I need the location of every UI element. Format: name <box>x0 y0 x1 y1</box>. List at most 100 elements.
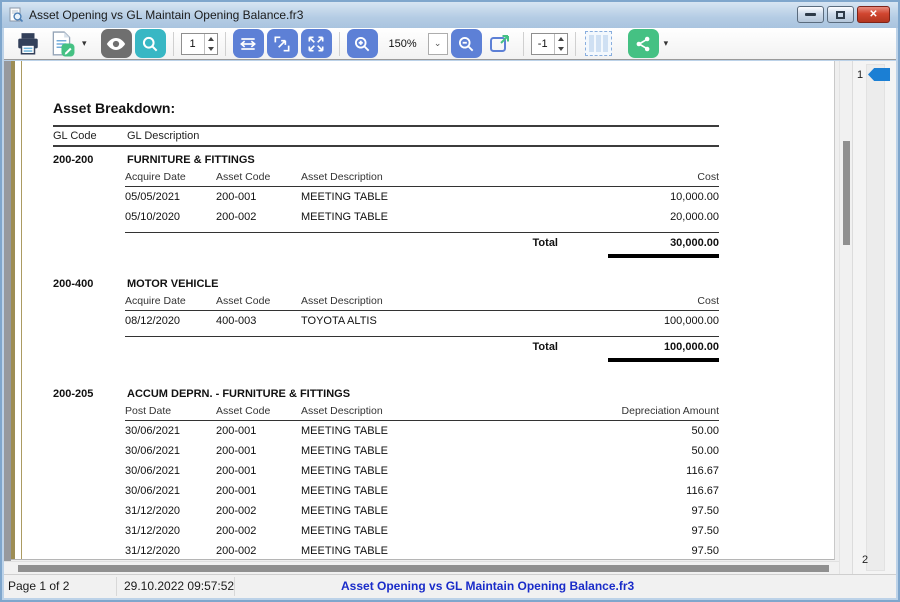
zoom-in-button[interactable] <box>347 29 378 58</box>
page-margin-line <box>21 61 22 559</box>
share-dropdown-caret[interactable]: ▾ <box>664 38 669 49</box>
fit-width-icon <box>238 34 258 54</box>
column-header: GL Code <box>53 130 127 142</box>
preview-app-icon <box>8 7 24 23</box>
spin-down-icon[interactable] <box>205 44 217 54</box>
table-cell: 30/06/2021 <box>125 441 216 461</box>
table-row: 31/12/2020 200-002 MEETING TABLE 97.50 <box>125 521 719 541</box>
column-header: Asset Code <box>216 294 301 310</box>
page-number-spinner[interactable]: 1 <box>181 33 218 55</box>
column-header: Asset Code <box>216 170 301 186</box>
table-cell: 30/06/2021 <box>125 421 216 441</box>
horizontal-scrollbar-thumb[interactable] <box>18 565 829 572</box>
fit-width-button[interactable] <box>233 29 264 58</box>
preview-eye-button[interactable] <box>101 29 132 58</box>
shift-spin-buttons[interactable] <box>554 34 567 54</box>
gl-description: ACCUM DEPRN. - FURNITURE & FITTINGS <box>127 384 719 404</box>
total-value: 30,000.00 <box>608 233 719 253</box>
table-row: 31/12/2020 200-002 MEETING TABLE 97.50 <box>125 501 719 521</box>
table-row: 31/12/2020 200-002 MEETING TABLE 97.50 <box>125 541 719 560</box>
table-row: 30/06/2021 200-001 MEETING TABLE 50.00 <box>125 441 719 461</box>
zoom-level-value: 150% <box>381 38 425 50</box>
spin-up-icon[interactable] <box>555 34 567 44</box>
zoom-in-icon <box>352 34 372 54</box>
eye-icon <box>105 33 127 55</box>
table-cell: 400-003 <box>216 311 301 331</box>
gl-code: 200-200 <box>53 150 127 170</box>
status-page-info: Page 1 of 2 <box>8 575 69 598</box>
print-button[interactable] <box>12 29 43 58</box>
column-header: Asset Code <box>216 404 301 420</box>
table-cell: 200-002 <box>216 521 301 541</box>
resize-page-button[interactable] <box>485 29 516 58</box>
status-timestamp: 29.10.2022 09:57:52 <box>124 575 234 598</box>
gl-description: MOTOR VEHICLE <box>127 274 719 294</box>
viewer-left-margin <box>4 61 11 574</box>
shift-spinner[interactable]: -1 <box>531 33 568 55</box>
titlebar[interactable]: Asset Opening vs GL Maintain Opening Bal… <box>2 2 898 28</box>
table-row: 30/06/2021 200-001 MEETING TABLE 116.67 <box>125 481 719 501</box>
zoom-out-icon <box>456 34 476 54</box>
total-value: 100,000.00 <box>608 337 719 357</box>
report-preview-window: Asset Opening vs GL Maintain Opening Bal… <box>0 0 900 602</box>
total-row: Total 100,000.00 <box>125 337 719 357</box>
find-button[interactable] <box>135 29 166 58</box>
shift-value: -1 <box>532 38 554 50</box>
page-label-1: 1 <box>857 69 863 81</box>
table-cell: 97.50 <box>589 541 719 560</box>
column-header: GL Description <box>127 130 719 142</box>
gl-section: 200-205 ACCUM DEPRN. - FURNITURE & FITTI… <box>53 384 719 560</box>
minimize-button[interactable] <box>797 6 824 23</box>
table-cell: MEETING TABLE <box>301 461 589 481</box>
total-double-underline <box>608 254 719 258</box>
table-cell: 50.00 <box>589 441 719 461</box>
page-label-2: 2 <box>862 554 868 566</box>
printer-icon <box>15 31 41 57</box>
toolbar: ▾ 1 <box>4 28 896 60</box>
spin-up-icon[interactable] <box>205 34 217 44</box>
table-cell: 05/05/2021 <box>125 187 216 207</box>
table-cell: 50.00 <box>589 421 719 441</box>
page-number-spin-buttons[interactable] <box>204 34 217 54</box>
table-cell: 31/12/2020 <box>125 521 216 541</box>
table-cell: 97.50 <box>589 501 719 521</box>
table-cell: 116.67 <box>589 481 719 501</box>
table-cell: 200-001 <box>216 441 301 461</box>
horizontal-scrollbar[interactable] <box>4 561 839 574</box>
export-dropdown-caret[interactable]: ▾ <box>82 38 87 49</box>
fit-page-button[interactable] <box>267 29 298 58</box>
table-cell: 30/06/2021 <box>125 481 216 501</box>
column-header: Acquire Date <box>125 294 216 310</box>
maximize-button[interactable] <box>827 6 854 23</box>
zoom-out-button[interactable] <box>451 29 482 58</box>
whole-page-button[interactable] <box>301 29 332 58</box>
total-row: Total 30,000.00 <box>125 233 719 253</box>
page-navigator-track[interactable] <box>866 64 885 571</box>
spin-down-icon[interactable] <box>555 44 567 54</box>
table-cell: 100,000.00 <box>589 311 719 331</box>
window-title: Asset Opening vs GL Maintain Opening Bal… <box>29 8 303 22</box>
table-cell: MEETING TABLE <box>301 207 589 227</box>
table-cell: 31/12/2020 <box>125 501 216 521</box>
column-header: Post Date <box>125 404 216 420</box>
table-cell: MEETING TABLE <box>301 521 589 541</box>
share-button[interactable] <box>628 29 659 58</box>
page-outline-button[interactable] <box>583 29 614 58</box>
report-viewer-area[interactable]: Asset Breakdown: GL Code GL Description … <box>4 61 839 574</box>
table-cell: 200-002 <box>216 541 301 560</box>
table-cell: 20,000.00 <box>589 207 719 227</box>
vertical-scrollbar[interactable] <box>839 61 852 574</box>
table-row: 05/10/2020 200-002 MEETING TABLE 20,000.… <box>125 207 719 227</box>
page-navigator-strip[interactable]: 1 2 <box>852 61 896 574</box>
table-row: 08/12/2020 400-003 TOYOTA ALTIS 100,000.… <box>125 311 719 331</box>
statusbar: Page 1 of 2 29.10.2022 09:57:52 Asset Op… <box>4 574 896 598</box>
table-row: 05/05/2021 200-001 MEETING TABLE 10,000.… <box>125 187 719 207</box>
column-header: Depreciation Amount <box>589 404 719 420</box>
zoom-dropdown-button[interactable]: ⌄ <box>428 33 448 55</box>
export-button[interactable] <box>46 29 77 58</box>
table-row: 30/06/2021 200-001 MEETING TABLE 116.67 <box>125 461 719 481</box>
table-cell: 200-002 <box>216 501 301 521</box>
vertical-scrollbar-thumb[interactable] <box>843 141 850 245</box>
column-header: Asset Description <box>301 404 589 420</box>
close-button[interactable]: ✕ <box>857 6 890 23</box>
